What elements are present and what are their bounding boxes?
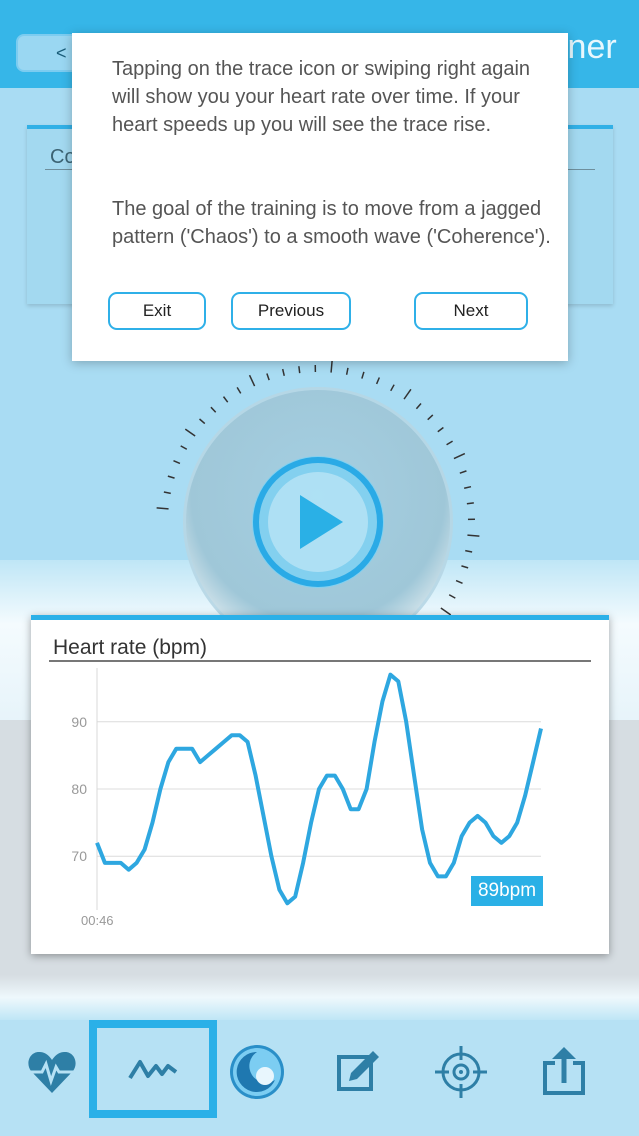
dial-tick: [415, 403, 422, 410]
dial-tick: [222, 396, 229, 403]
x-start-label: 00:46: [81, 913, 114, 928]
y-tick-label-80: 80: [71, 781, 87, 797]
dial-tick: [298, 366, 301, 374]
nav-edit[interactable]: [313, 1030, 403, 1114]
coherence-icon: [230, 1045, 284, 1099]
dial-tick: [448, 594, 456, 599]
tutorial-dialog: Tapping on the trace icon or swiping rig…: [72, 33, 568, 361]
dial-tick: [440, 607, 452, 616]
trace-icon: [128, 1060, 178, 1080]
heart-icon: [28, 1051, 76, 1093]
exit-button[interactable]: Exit: [108, 292, 206, 330]
dial-tick: [390, 384, 395, 392]
nav-share[interactable]: [519, 1030, 609, 1114]
dial-tick: [180, 445, 188, 450]
dial-tick: [184, 428, 196, 437]
dial-tick: [459, 470, 467, 474]
dialog-text-1: Tapping on the trace icon or swiping rig…: [112, 58, 531, 136]
dial-tick: [465, 549, 473, 553]
target-icon: [435, 1046, 487, 1098]
background-glow-bottom: [0, 975, 639, 1020]
dial-tick: [248, 374, 256, 387]
play-button[interactable]: [252, 456, 384, 588]
dial-tick: [375, 377, 381, 385]
dial-tick: [403, 388, 412, 400]
dial-tick: [167, 475, 175, 479]
dial-tick: [345, 367, 349, 375]
dial-tick: [210, 406, 217, 413]
next-button[interactable]: Next: [414, 292, 528, 330]
dial-tick: [281, 368, 285, 377]
dial-tick: [453, 452, 466, 460]
dial-tick: [236, 387, 242, 394]
dial-tick: [463, 485, 472, 489]
dial-tick: [199, 418, 206, 425]
dial-tick: [446, 440, 453, 446]
heart-rate-card: 70 80 90 00:46 Heart rate (bpm) 89bpm: [31, 615, 609, 954]
previous-button[interactable]: Previous: [231, 292, 351, 330]
nav-trace[interactable]: [89, 1020, 217, 1118]
current-bpm-badge: 89bpm: [471, 876, 543, 906]
dialog-text-2: The goal of the training is to move from…: [112, 198, 551, 248]
page-title: iner: [560, 28, 617, 66]
share-icon: [543, 1047, 585, 1095]
y-tick-label-70: 70: [71, 848, 87, 864]
nav-coherence[interactable]: [212, 1030, 302, 1114]
nav-target[interactable]: [416, 1030, 506, 1114]
dial-tick: [266, 373, 270, 381]
dial-tick: [156, 507, 169, 510]
dial-tick: [466, 502, 474, 505]
heart-rate-divider: [49, 660, 591, 662]
heart-rate-title: Heart rate (bpm): [53, 636, 208, 659]
dial-tick: [330, 360, 333, 373]
nav-heart[interactable]: [7, 1030, 97, 1114]
dial-tick: [461, 565, 469, 569]
edit-icon: [337, 1051, 379, 1091]
session-dial: [156, 360, 480, 620]
dial-tick: [361, 371, 365, 379]
dial-tick: [437, 426, 444, 433]
y-tick-label-90: 90: [71, 714, 87, 730]
dial-tick: [173, 459, 181, 465]
dial-tick: [427, 414, 434, 421]
dial-tick: [455, 579, 463, 585]
dial-tick: [163, 491, 171, 495]
dial-tick: [467, 534, 480, 537]
